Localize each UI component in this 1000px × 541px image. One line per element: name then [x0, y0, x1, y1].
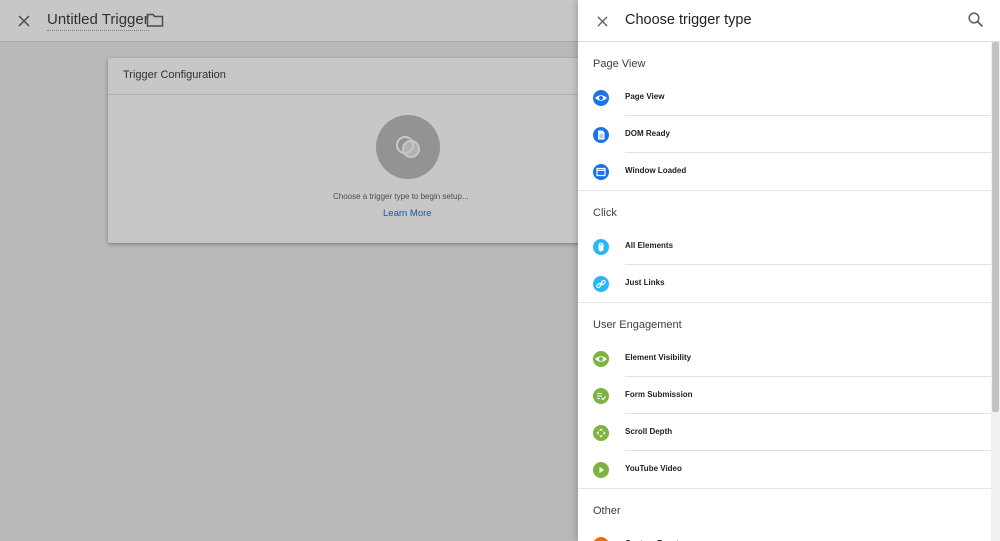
trigger-type-element-visibility[interactable]: Element Visibility [578, 340, 991, 377]
trigger-type-scroll-depth[interactable]: Scroll Depth [578, 414, 991, 451]
search-icon[interactable] [967, 11, 985, 29]
eye-icon [593, 351, 609, 367]
panel-header: Choose trigger type [578, 0, 1000, 42]
close-icon [596, 15, 608, 27]
trigger-type-label: DOM Ready [625, 129, 670, 138]
trigger-type-custom-event[interactable]: Custom Event [578, 526, 991, 541]
trigger-type-dom-ready[interactable]: DOM Ready [578, 116, 991, 153]
panel-title: Choose trigger type [625, 12, 752, 28]
trigger-type-page-view[interactable]: Page View [578, 79, 991, 116]
trigger-type-form-submission[interactable]: Form Submission [578, 377, 991, 414]
document-icon [593, 127, 609, 143]
trigger-type-label: Form Submission [625, 390, 693, 399]
form-icon [593, 388, 609, 404]
trigger-type-label: Scroll Depth [625, 427, 673, 436]
trigger-type-window-loaded[interactable]: Window Loaded [578, 153, 991, 190]
choose-trigger-panel: Choose trigger type Page View Page View DO… [578, 0, 1000, 541]
trigger-type-label: Window Loaded [625, 166, 687, 175]
link-icon [593, 276, 609, 292]
trigger-type-list[interactable]: Page View Page View DOM Ready Window Loaded… [578, 42, 991, 541]
trigger-type-label: Just Links [625, 278, 665, 287]
section-heading: User Engagement [593, 319, 682, 331]
custom-event-icon [593, 537, 609, 541]
section-heading: Other [593, 505, 621, 517]
section-heading: Click [593, 207, 617, 219]
section-heading: Page View [593, 58, 646, 70]
trigger-type-youtube-video[interactable]: YouTube Video [578, 451, 991, 488]
play-icon [593, 462, 609, 478]
scroll-icon [593, 425, 609, 441]
trigger-type-just-links[interactable]: Just Links [578, 265, 991, 302]
trigger-type-label: Element Visibility [625, 353, 692, 362]
trigger-type-label: All Elements [625, 241, 674, 250]
scrollbar-thumb[interactable] [992, 42, 999, 412]
mouse-icon [593, 239, 609, 255]
trigger-type-label: Page View [625, 92, 665, 101]
eye-icon [593, 90, 609, 106]
trigger-type-all-elements[interactable]: All Elements [578, 228, 991, 265]
scrollbar[interactable] [991, 42, 1000, 541]
trigger-type-label: YouTube Video [625, 464, 682, 473]
window-icon [593, 164, 609, 180]
close-panel-button[interactable] [592, 11, 612, 31]
